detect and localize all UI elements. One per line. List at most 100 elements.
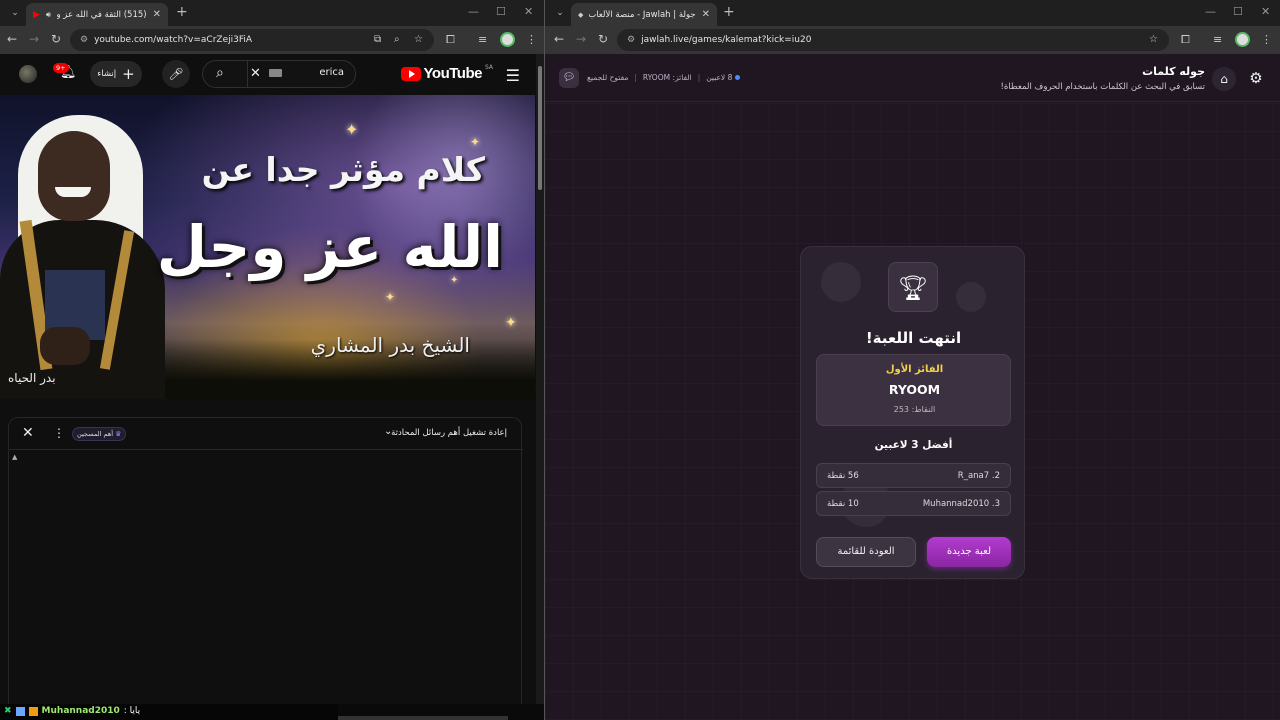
tab-search-icon[interactable]: ⌄ [551, 4, 569, 22]
game-over-title: انتهت اللعبة! [865, 329, 962, 347]
star-icon: ✦ [345, 120, 359, 139]
address-bar[interactable]: ⚙ youtube.com/watch?v=aCrZeji3FiA ⧉ ⌕ ☆ [70, 29, 434, 51]
browser-menu-icon[interactable]: ⋮ [1261, 33, 1272, 46]
extensions-icon[interactable]: ⧠ [1181, 33, 1190, 47]
bookmark-star-icon[interactable]: ☆ [414, 34, 423, 45]
live-chat-panel: ✕ ⋮ ♛ أهم المسجين ⌄ إعادة تشغيل أهم رسائ… [8, 417, 523, 720]
jawlah-favicon-icon: ◆ [578, 10, 584, 19]
chat-ticker: ✖ Muhannad2010 يايا : [0, 704, 544, 720]
profile-avatar[interactable] [500, 32, 515, 47]
player-name: 3. Muhannad2010 [922, 499, 1000, 509]
keyboard-icon[interactable] [269, 69, 282, 77]
winner-points: النقاط: 253 [893, 405, 936, 414]
trophy-icon: 🏆︎ [888, 262, 938, 312]
url-text: jawlah.live/games/kalemat?kick=iu20 [641, 35, 812, 45]
x-icon: ✖ [4, 706, 12, 716]
maximize-icon[interactable]: ☐ [1233, 5, 1243, 18]
create-button[interactable]: إنشاء + [90, 61, 142, 87]
media-controls-icon[interactable]: ≡ [478, 33, 487, 46]
site-info-icon[interactable]: ⚙ [80, 35, 88, 45]
media-controls-icon[interactable]: ≡ [1213, 33, 1222, 46]
hamburger-menu-icon[interactable]: ☰ [506, 66, 520, 85]
ticker-user: Muhannad2010 [41, 706, 120, 716]
youtube-play-icon [400, 66, 421, 81]
profile-avatar[interactable] [1235, 32, 1250, 47]
scrollbar-thumb[interactable] [538, 66, 542, 190]
home-icon[interactable]: ⌂ [1212, 67, 1236, 91]
back-icon[interactable]: ← [4, 32, 20, 46]
new-game-button[interactable]: لعبة جديدة [927, 537, 1011, 567]
search-box[interactable]: ⌕ ✕ erica [202, 60, 356, 88]
video-title-line1: كلام مؤثر جدا عن [201, 150, 485, 189]
voice-search-icon[interactable]: 🎤︎ [162, 60, 190, 88]
back-icon[interactable]: ← [551, 32, 567, 46]
ticker-message: ✖ Muhannad2010 يايا : [4, 706, 140, 716]
back-to-menu-button[interactable]: العودة للقائمة [816, 537, 916, 567]
site-info-icon[interactable]: ⚙ [627, 35, 635, 45]
maximize-icon[interactable]: ☐ [496, 5, 506, 18]
search-input[interactable]: erica [319, 67, 344, 78]
badge-icon [15, 706, 25, 716]
new-tab-icon[interactable]: + [176, 4, 188, 20]
scroll-up-icon[interactable]: ▲ [12, 453, 17, 461]
minimize-icon[interactable]: — [1205, 5, 1216, 18]
address-bar[interactable]: ⚙ jawlah.live/games/kalemat?kick=iu20 ☆ [617, 29, 1169, 51]
reload-icon[interactable]: ↻ [48, 32, 64, 46]
tab-youtube[interactable]: ▶ 🔊︎ (515) الثقة في الله عز وجل نت ✕ [26, 3, 168, 26]
zoom-icon[interactable]: ⌕ [394, 34, 400, 45]
browser-toolbar: ← → ↻ ⚙ jawlah.live/games/kalemat?kick=i… [545, 26, 1280, 54]
chat-more-icon[interactable]: ⋮ [53, 426, 65, 440]
video-player[interactable]: ✦ ✦ ✦ ✦ ✦ ✦ كلام مؤثر جدا عن الله عز وجل… [0, 95, 535, 399]
youtube-logo[interactable]: YouTube SA [400, 64, 493, 82]
ticker-text: يايا : [123, 706, 141, 716]
tab-jawlah[interactable]: ◆ جولة | Jawlah - منصة الألعاب الت ✕ [571, 3, 717, 26]
game-description: تسابق في البحث عن الكلمات باستخدام الحرو… [1000, 82, 1205, 92]
browser-menu-icon[interactable]: ⋮ [526, 33, 537, 46]
close-window-icon[interactable]: ✕ [1261, 5, 1270, 18]
players-count: 8 لاعبين [706, 73, 740, 82]
extensions-icon[interactable]: ⧠ [446, 33, 455, 47]
tab-strip: ⌄ ▶ 🔊︎ (515) الثقة في الله عز وجل نت ✕ +… [0, 0, 544, 26]
forward-icon[interactable]: → [573, 32, 589, 46]
crown-icon: ♛ [115, 430, 122, 438]
youtube-favicon-icon: ▶ [33, 9, 40, 20]
game-title: جوله كلمات [1142, 65, 1205, 78]
tab-search-icon[interactable]: ⌄ [6, 4, 24, 22]
star-icon: ✦ [470, 135, 481, 149]
video-title-line2: الله عز وجل [156, 213, 503, 281]
player-points: 56 نقطة [827, 471, 859, 481]
account-avatar[interactable] [19, 65, 37, 83]
minimize-icon[interactable]: — [468, 5, 479, 18]
forward-icon[interactable]: → [26, 32, 42, 46]
winner-panel: الفائز الأول RYOOM النقاط: 253 [816, 354, 1011, 426]
close-chat-icon[interactable]: ✕ [22, 425, 34, 441]
chat-mode-dropdown[interactable]: إعادة تشغيل أهم رسائل المحادثة [391, 428, 507, 438]
url-text: youtube.com/watch?v=aCrZeji3FiA [94, 35, 253, 45]
close-window-icon[interactable]: ✕ [524, 5, 533, 18]
settings-gear-icon[interactable]: ⚙ [1246, 68, 1266, 88]
player-points: 10 نقطة [827, 499, 859, 509]
tab-close-icon[interactable]: ✕ [153, 9, 161, 20]
top-supporters-pill[interactable]: ♛ أهم المسجين [72, 427, 127, 441]
search-icon[interactable]: ⌕ [216, 65, 224, 81]
new-tab-icon[interactable]: + [723, 4, 735, 20]
tab-title: جولة | Jawlah - منصة الألعاب الت [589, 9, 696, 20]
chat-bubble-icon[interactable]: 💬︎ [559, 68, 579, 88]
star-icon: ✦ [385, 290, 396, 304]
country-code: SA [484, 64, 493, 71]
youtube-header: 🔔︎ 9+ إنشاء + 🎤︎ ⌕ ✕ erica YouTube SA ☰ [0, 54, 536, 94]
player-name: 2. R_ana7 [957, 471, 1000, 481]
badge-icon [28, 706, 38, 716]
clear-search-icon[interactable]: ✕ [250, 66, 261, 81]
top-players-title: أفضل 3 لاعبين [874, 439, 953, 451]
right-browser-window: ⌄ ◆ جولة | Jawlah - منصة الألعاب الت ✕ +… [545, 0, 1280, 720]
video-signature: بدر الحياه [8, 371, 56, 385]
audio-icon[interactable]: 🔊︎ [46, 10, 51, 20]
video-speaker-name: الشيخ بدر المشاري [310, 333, 470, 357]
bookmark-star-icon[interactable]: ☆ [1149, 34, 1158, 45]
tab-close-icon[interactable]: ✕ [702, 9, 710, 20]
install-app-icon[interactable]: ⧉ [374, 34, 381, 45]
online-dot-icon [734, 75, 740, 80]
reload-icon[interactable]: ↻ [595, 32, 611, 46]
left-browser-window: ⌄ ▶ 🔊︎ (515) الثقة في الله عز وجل نت ✕ +… [0, 0, 544, 720]
